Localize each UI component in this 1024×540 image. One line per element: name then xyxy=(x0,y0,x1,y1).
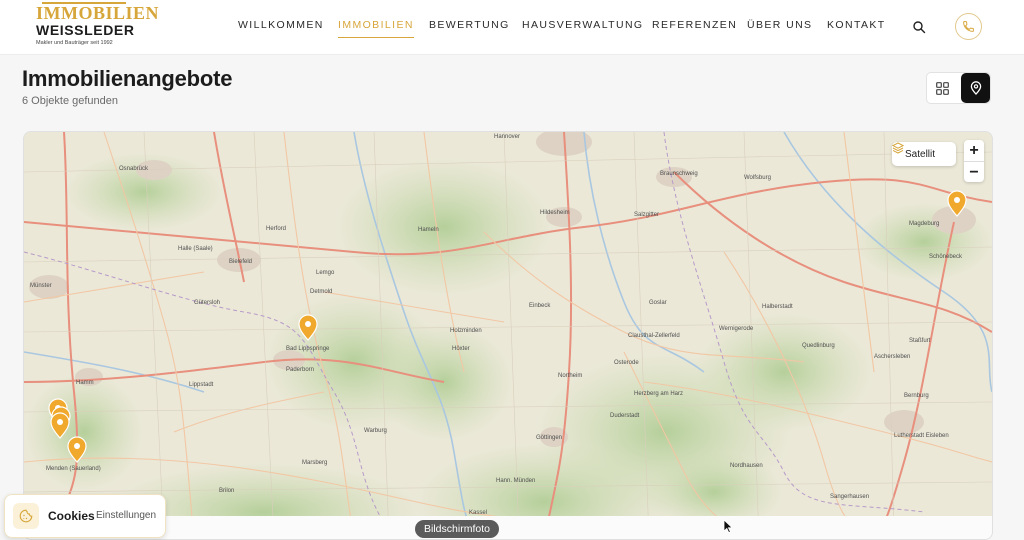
label-duderstadt: Duderstadt xyxy=(610,413,640,419)
map-view-button[interactable] xyxy=(961,73,990,103)
label-sangerhausen: Sangerhausen xyxy=(830,494,869,500)
nav-referenzen[interactable]: REFERENZEN xyxy=(652,19,737,31)
site-header: IMMOBILIEN WEISSLEDER Makler und Bauträg… xyxy=(0,0,1024,55)
label-osnabrueck: Osnabrück xyxy=(119,166,149,172)
cookie-settings-link[interactable]: Einstellungen xyxy=(96,510,156,521)
label-goslar: Goslar xyxy=(649,300,667,306)
label-einbeck: Einbeck xyxy=(529,303,551,309)
cookie-label: Cookies xyxy=(48,509,95,523)
satellite-label: Satellit xyxy=(905,148,936,160)
label-hameln: Hameln xyxy=(418,227,439,233)
cookie-banner[interactable]: Cookies Einstellungen xyxy=(4,494,166,538)
label-muenster: Münster xyxy=(30,283,52,289)
nav-hausverwaltung[interactable]: HAUSVERWALTUNG xyxy=(522,19,644,31)
cookie-icon xyxy=(13,503,39,529)
label-goettingen: Göttingen xyxy=(536,435,562,441)
nav-bewertung[interactable]: BEWERTUNG xyxy=(429,19,510,31)
results-count: 6 Objekte gefunden xyxy=(22,95,119,107)
brand-logo[interactable]: IMMOBILIEN WEISSLEDER Makler und Bauträg… xyxy=(36,2,159,50)
label-lippstadt: Lippstadt xyxy=(189,382,214,388)
page-title: Immobilienangebote xyxy=(22,66,233,91)
label-menden: Menden (Sauerland) xyxy=(46,466,101,472)
label-warburg: Warburg xyxy=(364,428,387,434)
label-paderborn: Paderborn xyxy=(286,367,314,373)
label-nordhausen: Nordhausen xyxy=(730,463,763,469)
logo-tagline: Makler und Bauträger seit 1992 xyxy=(36,40,113,46)
zoom-out-button[interactable]: − xyxy=(964,162,984,183)
label-halberstadt: Halberstadt xyxy=(762,304,793,310)
nav-willkommen[interactable]: WILLKOMMEN xyxy=(238,19,324,31)
label-eisleben: Lutherstadt Eisleben xyxy=(894,433,949,439)
search-icon[interactable] xyxy=(912,20,926,34)
label-braunschweig: Braunschweig xyxy=(660,171,698,177)
label-magdeburg: Magdeburg xyxy=(909,221,939,227)
label-bad-lippspringe: Bad Lippspringe xyxy=(286,346,330,352)
label-salzgitter: Salzgitter xyxy=(634,212,659,218)
label-wolfsburg: Wolfsburg xyxy=(744,175,771,181)
label-wernigerode: Wernigerode xyxy=(719,326,754,332)
label-aschersleben: Aschersleben xyxy=(874,354,910,360)
phone-button[interactable] xyxy=(955,13,982,40)
satellite-toggle-button[interactable]: Satellit xyxy=(892,142,956,166)
logo-line-1: IMMOBILIEN xyxy=(36,3,160,23)
label-brilon: Brilon xyxy=(219,488,234,494)
label-halle: Halle (Saale) xyxy=(178,246,213,252)
label-schoenebeck: Schönebeck xyxy=(929,254,963,260)
zoom-in-button[interactable]: + xyxy=(964,140,984,162)
nav-ueber-uns[interactable]: ÜBER UNS xyxy=(747,19,812,31)
layers-icon xyxy=(892,142,904,154)
map-pin-icon xyxy=(970,81,981,95)
label-hann-muenden: Hann. Münden xyxy=(496,478,535,484)
phone-icon xyxy=(963,21,974,32)
label-guetersloh: Gütersloh xyxy=(194,300,220,306)
view-toggle xyxy=(926,72,991,104)
label-herford: Herford xyxy=(266,226,286,232)
label-bernburg: Bernburg xyxy=(904,393,929,399)
label-osterode: Osterode xyxy=(614,360,639,366)
logo-line-2: WEISSLEDER xyxy=(36,22,135,38)
label-herzberg: Herzberg am Harz xyxy=(634,391,683,397)
label-bielefeld: Bielefeld xyxy=(229,259,252,265)
label-clausthal: Clausthal-Zellerfeld xyxy=(628,333,680,339)
label-hildesheim: Hildesheim xyxy=(540,210,570,216)
grid-view-button[interactable] xyxy=(927,73,958,103)
label-marsberg: Marsberg xyxy=(302,460,327,466)
map-tiles[interactable]: Hannover Osnabrück Bielefeld Paderborn H… xyxy=(24,132,992,539)
label-lemgo: Lemgo xyxy=(316,270,335,276)
label-quedlinburg: Quedlinburg xyxy=(802,343,835,349)
label-northeim: Northeim xyxy=(558,373,582,379)
label-hamm: Hamm xyxy=(76,380,94,386)
mouse-cursor-icon xyxy=(723,519,733,534)
label-hoexter: Höxter xyxy=(452,346,470,352)
label-stassfurt: Staßfurt xyxy=(909,338,931,344)
grid-icon xyxy=(936,81,949,95)
screenshot-tooltip: Bildschirmfoto xyxy=(415,520,499,538)
label-hannover: Hannover xyxy=(494,134,520,140)
property-map[interactable]: Hannover Osnabrück Bielefeld Paderborn H… xyxy=(23,131,993,540)
zoom-control: + − xyxy=(964,140,984,182)
label-holzminden: Holzminden xyxy=(450,328,482,334)
map-bottom-panel xyxy=(24,516,992,539)
label-detmold: Detmold xyxy=(310,289,332,295)
nav-kontakt[interactable]: KONTAKT xyxy=(827,19,886,31)
nav-immobilien[interactable]: IMMOBILIEN xyxy=(338,19,414,38)
